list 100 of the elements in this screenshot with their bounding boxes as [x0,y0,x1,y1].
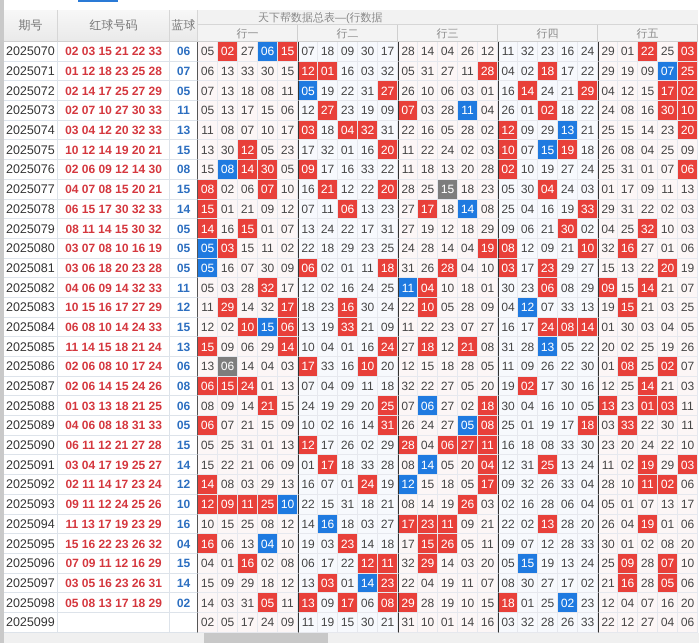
highlighted-number-cell: 27 [458,436,478,456]
highlighted-number-cell: 29 [418,554,438,574]
number-cell: 25 [638,357,658,377]
number-cell: 14 [238,298,258,318]
number-cell: 01 [218,200,238,220]
issue-cell: 2025078 [4,200,58,220]
number-cell: 17 [318,436,338,456]
number-cell: 16 [538,200,558,220]
highlighted-number-cell: 14 [638,278,658,298]
highlighted-number-cell: 06 [198,416,218,436]
number-cell: 01 [298,455,318,476]
number-cell: 18 [558,101,578,121]
winning-numbers: 03 04 17 19 25 27 [58,455,170,476]
number-cell: 01 [518,593,538,613]
number-cell: 04 [438,42,458,62]
number-cell: 26 [558,612,578,633]
number-cell: 18 [438,200,458,220]
number-cell: 05 [558,337,578,357]
highlighted-number-cell: 32 [258,278,278,298]
issue-cell: 2025072 [4,81,58,102]
winning-numbers: 15 16 22 23 26 32 [58,534,170,554]
number-cell: 14 [418,42,438,62]
highlighted-number-cell: 03 [678,455,698,476]
highlighted-number-cell: 15 [238,219,258,239]
number-cell: 25 [538,593,558,613]
highlighted-number-cell: 14 [358,574,378,594]
number-cell: 21 [478,514,498,534]
number-cell: 22 [338,81,358,102]
number-cell: 10 [658,219,678,239]
number-cell: 33 [578,534,598,554]
number-cell: 23 [318,298,338,318]
highlighted-number-cell: 28 [438,258,458,278]
number-cell: 08 [658,534,678,554]
highlighted-number-cell: 15 [218,376,238,396]
number-cell: 27 [438,376,458,396]
number-cell: 25 [238,514,258,534]
highlighted-number-cell: 20 [378,180,398,200]
number-cell: 12 [278,514,298,534]
number-cell: 07 [298,42,318,62]
number-cell: 30 [618,318,638,338]
number-cell: 19 [358,101,378,121]
highlighted-number-cell: 17 [298,357,318,377]
winning-numbers: 03 07 08 10 16 19 [58,238,170,259]
issue-cell: 2025099 [4,612,58,633]
number-cell: 09 [278,416,298,436]
number-cell: 24 [378,298,398,318]
winning-numbers: 06 15 17 30 32 33 [58,200,170,220]
highlighted-number-cell: 15 [518,554,538,574]
number-cell: 27 [558,160,578,180]
horizontal-scrollbar[interactable] [4,632,699,643]
highlighted-number-cell: 10 [498,140,518,160]
issue-cell: 2025082 [4,278,58,298]
number-cell: 09 [498,475,518,495]
number-cell: 07 [638,494,658,514]
number-cell: 24 [578,455,598,476]
highlighted-number-cell: 06 [678,160,698,180]
number-cell: 14 [238,357,258,377]
number-cell: 01 [258,376,278,396]
number-cell: 28 [398,180,418,200]
number-cell: 02 [318,416,338,436]
number-cell: 18 [298,298,318,318]
number-cell: 23 [618,396,638,416]
highlighted-number-cell: 22 [638,42,658,62]
winning-numbers: 02 07 10 27 30 33 [58,101,170,121]
number-cell: 26 [338,436,358,456]
number-cell: 30 [358,612,378,633]
number-cell: 16 [558,42,578,62]
number-cell: 22 [418,376,438,396]
number-cell: 11 [398,160,418,180]
number-cell: 21 [638,298,658,318]
winning-numbers: 03 06 18 20 23 28 [58,258,170,278]
highlighted-number-cell: 23 [418,514,438,534]
number-cell: 10 [678,436,698,456]
highlighted-number-cell: 10 [358,357,378,377]
number-cell: 18 [458,278,478,298]
number-cell: 01 [338,258,358,278]
number-cell: 02 [278,238,298,259]
number-cell: 09 [218,574,238,594]
number-cell: 20 [478,554,498,574]
number-cell: 17 [318,160,338,180]
issue-cell: 2025070 [4,42,58,62]
highlighted-number-cell: 16 [338,298,358,318]
number-cell: 20 [458,160,478,180]
number-cell: 11 [678,416,698,436]
issue-cell: 2025075 [4,140,58,160]
column-header: 蓝球 [170,10,198,42]
number-cell: 27 [238,42,258,62]
number-cell: 11 [198,298,218,318]
number-cell: 14 [438,238,458,259]
number-cell: 05 [218,612,238,633]
highlighted-number-cell: 30 [658,101,678,121]
highlighted-number-cell: 16 [618,238,638,259]
winning-numbers: 02 14 17 25 27 29 [58,81,170,102]
highlighted-number-cell: 12 [498,120,518,140]
highlighted-number-cell: 02 [558,593,578,613]
number-cell: 09 [278,258,298,278]
number-cell: 13 [298,574,318,594]
number-cell: 01 [258,436,278,456]
number-cell: 12 [538,534,558,554]
highlighted-number-cell: 17 [318,455,338,476]
